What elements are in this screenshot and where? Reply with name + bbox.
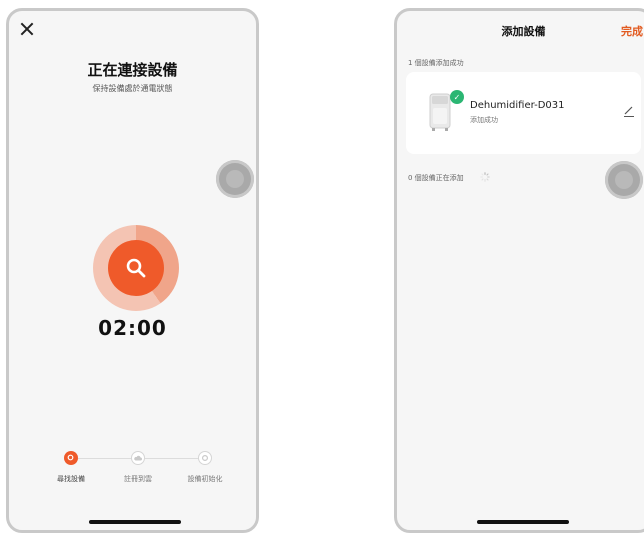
search-icon — [108, 240, 164, 296]
pending-count-label: 0 個設備正在添加 — [408, 174, 464, 182]
step-label-init-device: 設備初始化 — [187, 475, 223, 483]
page-title: 正在連接設備 — [87, 61, 178, 79]
search-icon — [67, 454, 74, 461]
assistive-touch-button[interactable] — [216, 160, 254, 198]
progress-ring — [93, 225, 179, 311]
check-icon: ✓ — [450, 90, 464, 104]
device-status: 添加成功 — [470, 116, 498, 124]
step-connector — [145, 458, 199, 459]
success-count-label: 1 個設備添加成功 — [408, 59, 464, 67]
page-subtitle: 保持設備處於通電狀態 — [92, 84, 173, 93]
search-progress-indicator — [93, 225, 179, 311]
step-connector — [78, 458, 131, 459]
assistive-touch-button[interactable] — [605, 161, 643, 199]
gear-icon — [198, 451, 212, 465]
home-indicator — [89, 520, 181, 524]
device-name: Dehumidifier-D031 — [470, 100, 565, 111]
close-icon[interactable] — [19, 21, 35, 37]
edit-icon[interactable] — [622, 104, 636, 118]
done-button[interactable]: 完成 — [621, 23, 643, 39]
step-label-find-device: 尋找設備 — [57, 475, 85, 483]
add-device-screen: 添加設備 完成 1 個設備添加成功 ✓ Dehumidifier-D031 添加… — [394, 8, 644, 533]
countdown-timer: 02:00 — [98, 316, 167, 340]
spinner-icon — [480, 172, 490, 182]
device-card[interactable]: ✓ Dehumidifier-D031 添加成功 — [406, 72, 641, 154]
cloud-icon — [131, 451, 145, 465]
connecting-screen: 正在連接設備 保持設備處於通電狀態 02:00 尋找設備 註冊到雲 設備初始化 — [6, 8, 259, 533]
step-label-register-cloud: 註冊到雲 — [124, 475, 152, 483]
page-title: 添加設備 — [501, 25, 546, 38]
home-indicator — [477, 520, 569, 524]
step-find-device-indicator — [64, 451, 78, 465]
